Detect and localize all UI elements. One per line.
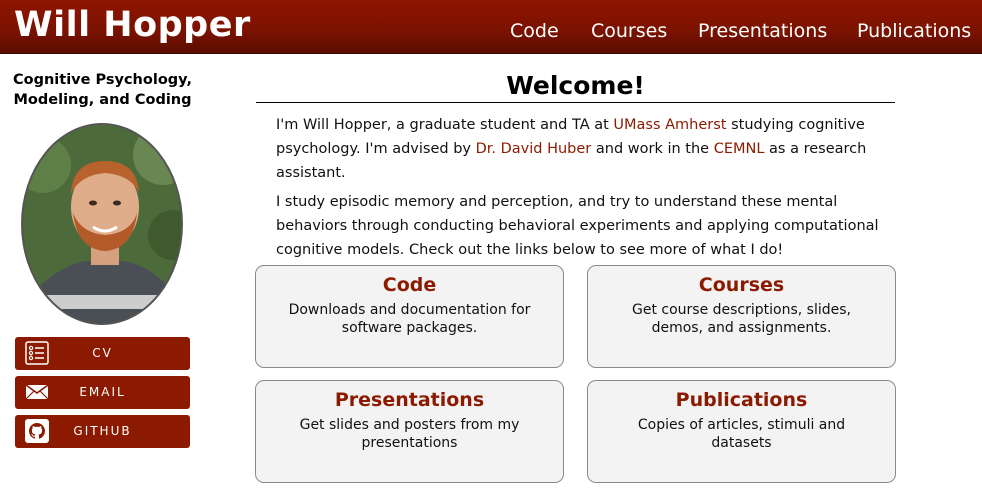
avatar-photo	[23, 125, 181, 323]
email-button-label: EMAIL	[79, 385, 126, 399]
card-courses-title: Courses	[698, 274, 785, 296]
email-button[interactable]: EMAIL	[15, 376, 190, 409]
card-presentations[interactable]: Presentations Get slides and posters fro…	[255, 380, 564, 483]
sidebar-tagline: Cognitive Psychology, Modeling, and Codi…	[0, 70, 205, 110]
card-publications-desc: Copies of articles, stimuli and datasets	[637, 417, 846, 451]
nav-link-publications[interactable]: Publications	[857, 19, 971, 43]
intro-paragraph-1: I'm Will Hopper, a graduate student and …	[276, 113, 886, 185]
tagline-line-1: Cognitive Psychology,	[13, 72, 192, 88]
card-courses[interactable]: Courses Get course descriptions, slides,…	[587, 265, 896, 368]
card-courses-desc: Get course descriptions, slides, demos, …	[631, 302, 851, 336]
card-code[interactable]: Code Downloads and documentation for sof…	[255, 265, 564, 368]
cv-button[interactable]: CV	[15, 337, 190, 370]
site-title[interactable]: Will Hopper	[14, 3, 251, 47]
card-presentations-desc: Get slides and posters from my presentat…	[299, 417, 520, 451]
card-code-title: Code	[382, 274, 437, 296]
github-button-label: GITHUB	[73, 424, 132, 438]
envelope-icon	[25, 384, 49, 400]
github-button[interactable]: GITHUB	[15, 415, 190, 448]
link-umass-amherst[interactable]: UMass Amherst	[613, 117, 726, 133]
avatar	[21, 123, 183, 325]
card-publications[interactable]: Publications Copies of articles, stimuli…	[587, 380, 896, 483]
card-publications-title: Publications	[675, 389, 808, 411]
link-cemnl[interactable]: CEMNL	[714, 141, 765, 157]
title-divider	[256, 102, 895, 103]
cv-button-label: CV	[92, 346, 113, 360]
link-david-huber[interactable]: Dr. David Huber	[476, 141, 592, 157]
cv-list-icon	[25, 341, 49, 365]
page-title: Welcome!	[506, 71, 645, 100]
card-presentations-title: Presentations	[334, 389, 485, 411]
site-header: Will Hopper Code Courses Presentations P…	[0, 0, 982, 54]
github-icon	[25, 419, 49, 443]
nav-link-presentations[interactable]: Presentations	[698, 19, 827, 43]
card-code-desc: Downloads and documentation for software…	[288, 302, 531, 336]
intro-paragraph-2: I study episodic memory and perception, …	[276, 194, 879, 258]
nav-link-courses[interactable]: Courses	[591, 19, 667, 43]
tagline-line-2: Modeling, and Coding	[13, 92, 192, 108]
nav-link-code[interactable]: Code	[510, 19, 559, 43]
intro-text-3: and work in the	[591, 141, 714, 157]
intro-text-1: I'm Will Hopper, a graduate student and …	[276, 117, 614, 133]
